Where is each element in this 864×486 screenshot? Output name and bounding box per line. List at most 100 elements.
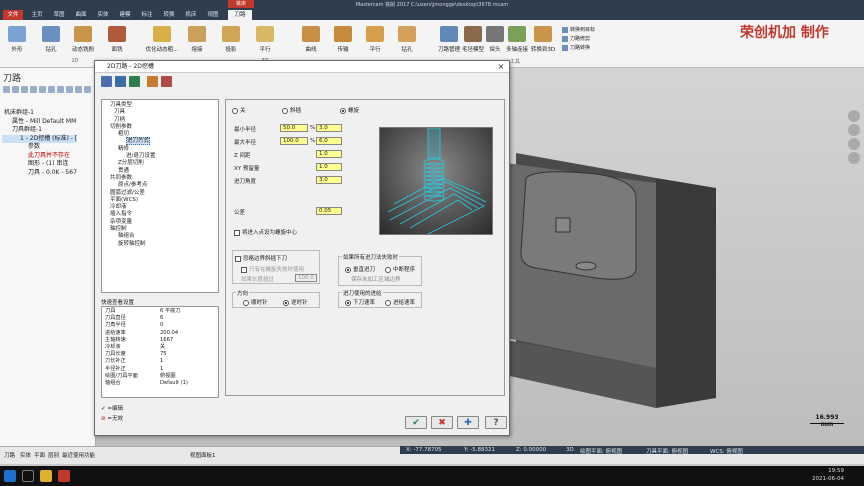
parallel-button[interactable]: 平行 [248, 26, 282, 53]
ignore-ramp-checkbox[interactable]: 忽略边界斜插下刀 [235, 254, 287, 262]
nav-break-through[interactable]: 贯通 [104, 168, 216, 175]
feed-plunge-radio[interactable]: 下刀速率 [345, 298, 375, 306]
flowline-button[interactable]: 传输 [326, 26, 360, 53]
fit-icon[interactable] [848, 152, 860, 164]
max-radius-input[interactable]: 6.0 [316, 137, 342, 145]
drill-button[interactable]: 钻孔 [34, 26, 68, 53]
ramp-length-input[interactable]: 100.0 [295, 274, 317, 282]
reset-icon[interactable] [161, 76, 172, 87]
regen-icon[interactable] [12, 86, 19, 93]
nav-arc-filter[interactable]: 圆弧过滤/公差 [104, 190, 216, 197]
nav-tool[interactable]: 刀具 [104, 109, 216, 116]
zoom-icon[interactable] [848, 110, 860, 122]
regen-dirty-icon[interactable] [21, 86, 28, 93]
nav-canned-text[interactable]: 插入指令 [104, 211, 216, 218]
nav-misc-values[interactable]: 杂项变量 [104, 219, 216, 226]
bottom-tab-toolpaths[interactable]: 刀路 [4, 451, 15, 459]
bottom-tab-planes[interactable]: 平面 [34, 451, 45, 459]
simulate-icon[interactable] [48, 86, 55, 93]
context-tab[interactable]: 铣床 [228, 0, 254, 8]
opti-rough-button[interactable]: 优化动态粗... [142, 26, 182, 53]
tab-toolpaths[interactable]: 刀路 [228, 10, 252, 20]
fail-abort-radio[interactable]: 中断程序 [385, 265, 415, 273]
tab-view[interactable]: 视图 [203, 10, 223, 20]
save-boundary-text[interactable]: 保存未加工区域边界 [351, 275, 401, 283]
multiaxis-parallel-button[interactable]: 平行 [358, 26, 392, 53]
tab-solid[interactable]: 实体 [93, 10, 113, 20]
bottom-tab-recent[interactable]: 最近使用功能 [62, 451, 95, 459]
start-icon[interactable] [4, 470, 16, 482]
mode-off-radio[interactable]: 关 [232, 106, 246, 114]
cancel-button[interactable]: ✖ [431, 416, 453, 429]
tree-machine-group[interactable]: 机床群组-1 [2, 109, 77, 118]
pan-icon[interactable] [848, 138, 860, 150]
tree-parameters[interactable]: 参数 [2, 143, 77, 152]
mastercam-icon[interactable] [58, 470, 70, 482]
transform-toolpath-button[interactable]: 刀路转换 [562, 44, 590, 51]
explorer-icon[interactable] [40, 470, 52, 482]
mode-3d[interactable]: 3D [566, 447, 574, 453]
delete-icon[interactable] [75, 86, 82, 93]
convert-3d-button[interactable]: 转换到3D [526, 26, 560, 53]
tree-tool-group[interactable]: 刀具群组-1 [2, 126, 77, 135]
help-button[interactable]: ? [485, 416, 507, 429]
save-icon[interactable] [115, 76, 126, 87]
nav-axis-combo[interactable]: 轴组合 [104, 233, 216, 240]
dynamic-mill-button[interactable]: 动态铣削 [66, 26, 100, 53]
nav-finishing[interactable]: 精修 [104, 146, 216, 153]
backplot-icon[interactable] [30, 86, 37, 93]
trim-toolpath-button[interactable]: 刀路修剪 [562, 35, 590, 42]
post-icon[interactable] [57, 86, 64, 93]
nav-depth-cuts[interactable]: Z分层切削 [104, 160, 216, 167]
save-default-icon[interactable] [129, 76, 140, 87]
tab-annotate[interactable]: 标注 [137, 10, 157, 20]
dialog-close-button[interactable]: × [496, 62, 506, 72]
tab-model[interactable]: 建模 [115, 10, 135, 20]
min-radius-input[interactable]: 3.0 [316, 124, 342, 132]
tool-select-icon[interactable] [101, 76, 112, 87]
tab-home[interactable]: 主页 [27, 10, 47, 20]
feed-rate-radio[interactable]: 进给速率 [385, 298, 415, 306]
plunge-angle-input[interactable]: 3.0 [316, 176, 342, 184]
ok-button[interactable]: ✔ [405, 416, 427, 429]
nav-roughing[interactable]: 粗切 [104, 131, 216, 138]
project-button[interactable]: 投影 [214, 26, 248, 53]
direction-cw-radio[interactable]: 顺时针 [243, 298, 268, 306]
tab-file[interactable]: 文件 [3, 10, 23, 20]
max-radius-pct-input[interactable]: 100.0 [280, 137, 308, 145]
verify-icon[interactable] [39, 86, 46, 93]
tab-machine[interactable]: 机床 [181, 10, 201, 20]
nav-home-ref[interactable]: 原点/参考点 [104, 182, 216, 189]
min-radius-pct-input[interactable]: 50.0 [280, 124, 308, 132]
select-all-icon[interactable] [3, 86, 10, 93]
nav-entry-motion[interactable]: 进刀方式 [126, 137, 151, 146]
curve-button[interactable]: 曲线 [294, 26, 328, 53]
nav-holder[interactable]: 刀柄 [104, 117, 216, 124]
tree-tool-missing[interactable]: 此刀具并不存在 [2, 152, 77, 161]
blend-button[interactable]: 熔接 [180, 26, 214, 53]
tree-toolpath[interactable]: 刀具 - 0.0K - 567 [2, 169, 77, 178]
contour-button[interactable]: 外形 [0, 26, 34, 53]
bottom-tab-solids[interactable]: 实体 [20, 451, 31, 459]
tree-geometry[interactable]: 图形 - (1) 串连 [2, 160, 77, 169]
nav-rotary-axis[interactable]: 旋转轴控制 [104, 241, 216, 248]
z-clearance-input[interactable]: 1.0 [316, 150, 342, 158]
tab-sketch[interactable]: 草图 [49, 10, 69, 20]
convert-target-button[interactable]: 转换到目标 [562, 26, 595, 33]
multiaxis-drill-button[interactable]: 钻孔 [390, 26, 424, 53]
only-on-failure-checkbox[interactable]: 只有在螺旋失败时使用 [241, 265, 304, 273]
viewsheet-tab[interactable]: 视图面板1 [190, 451, 216, 459]
high-feed-icon[interactable] [66, 86, 73, 93]
search-icon[interactable] [22, 470, 34, 482]
wcs[interactable]: WCS: 俯视图 [710, 447, 743, 455]
copy-params-icon[interactable] [147, 76, 158, 87]
tplane[interactable]: 刀具平面: 俯视图 [646, 447, 688, 455]
direction-ccw-radio[interactable]: 逆时针 [283, 298, 308, 306]
tree-operation[interactable]: 1 - 2D挖槽 (标准) - [ [2, 134, 78, 143]
face-button[interactable]: 面铣 [100, 26, 134, 53]
center-on-entry-checkbox[interactable]: 将进入点设为螺旋中心 [234, 228, 297, 236]
gplane[interactable]: 绘图平面: 俯视图 [580, 447, 622, 455]
rotate-icon[interactable] [848, 124, 860, 136]
tab-surface[interactable]: 曲面 [71, 10, 91, 20]
bottom-tab-levels[interactable]: 层别 [48, 451, 59, 459]
